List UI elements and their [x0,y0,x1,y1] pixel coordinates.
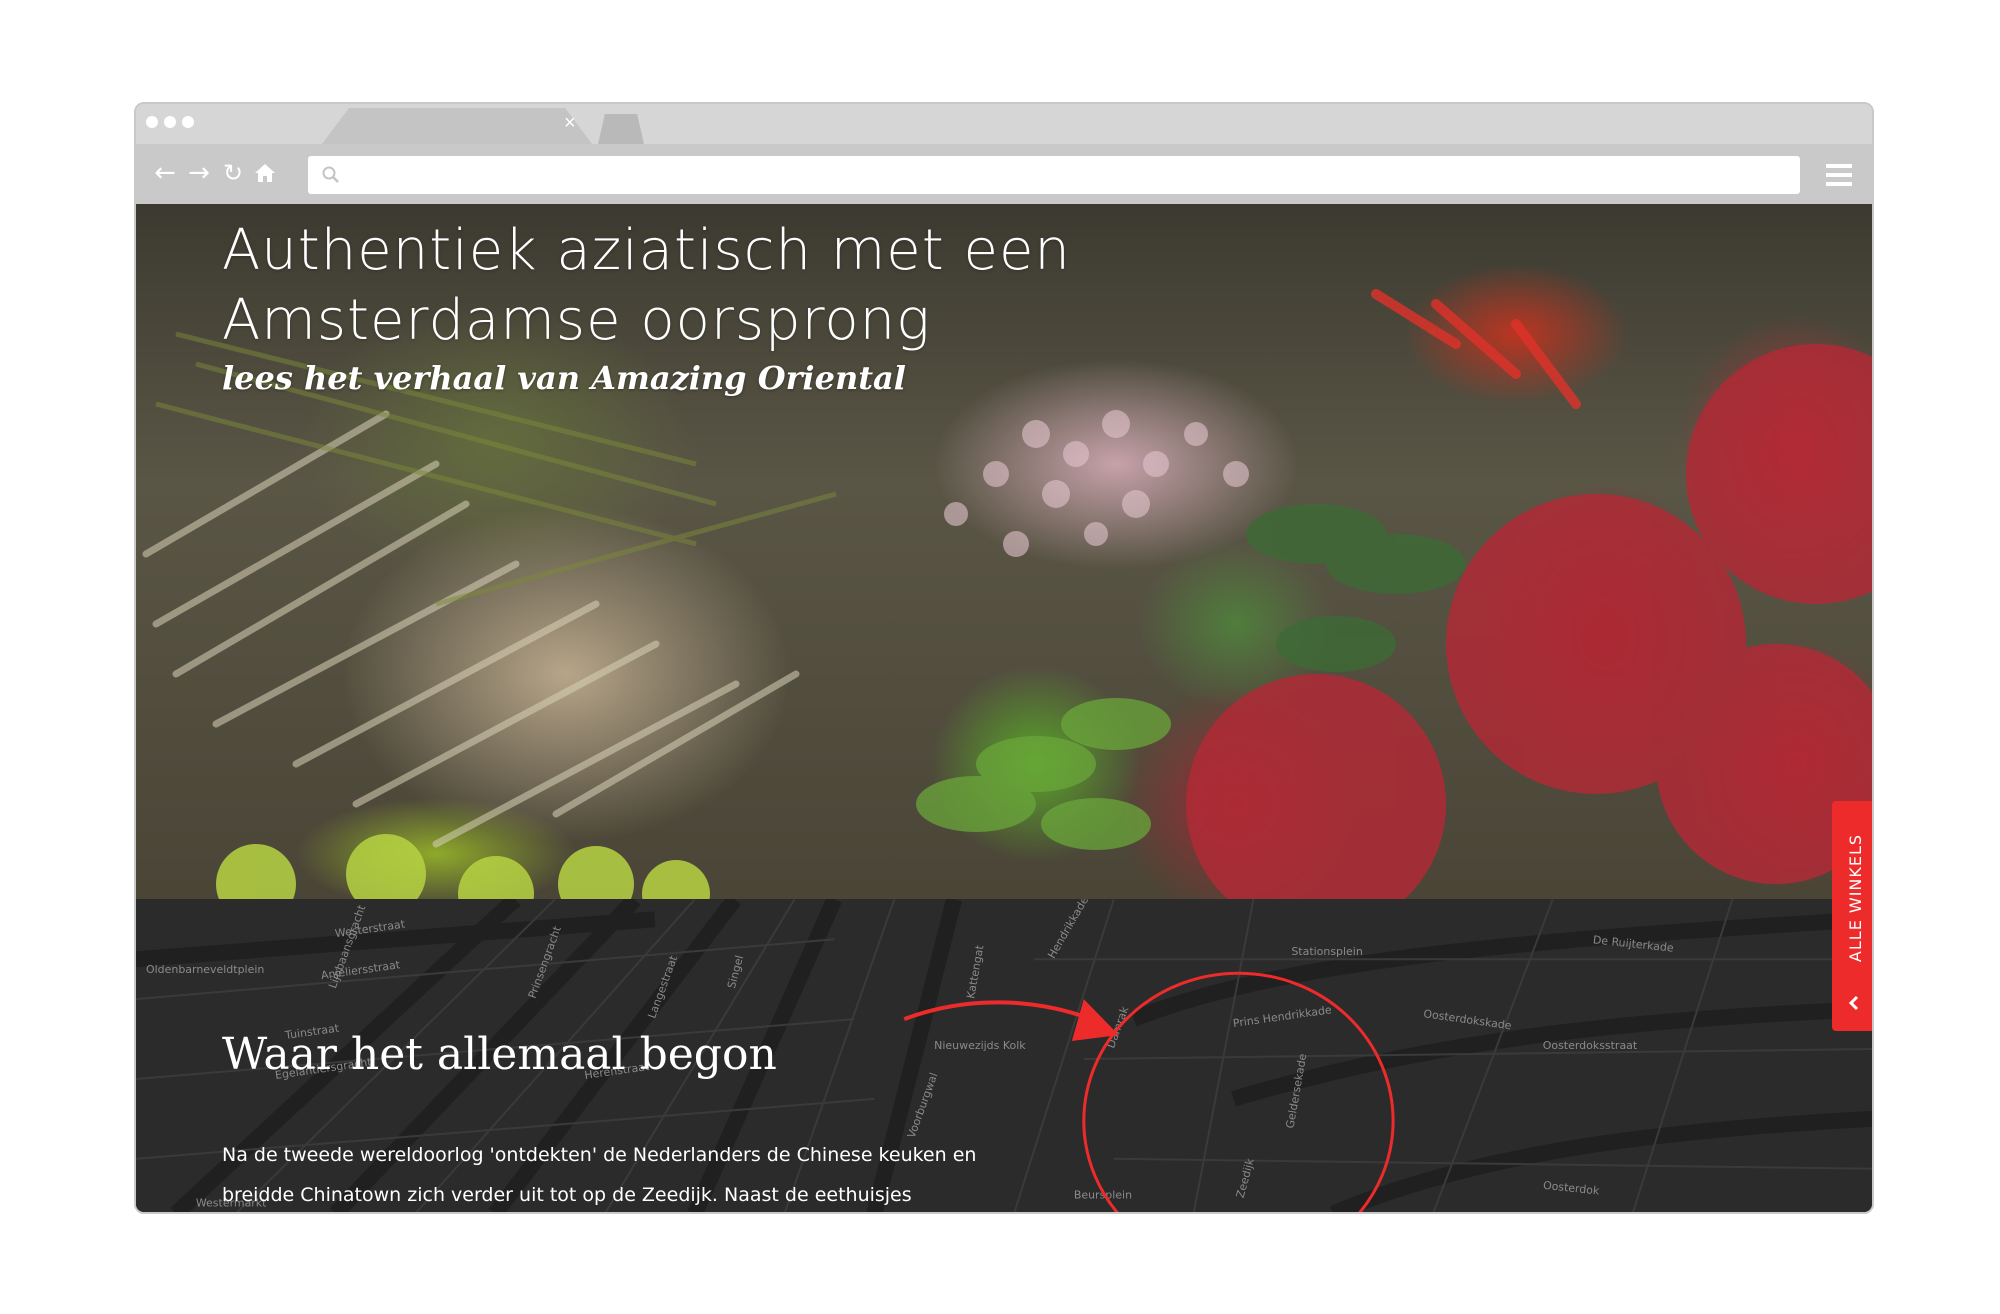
window-close-dot[interactable] [146,116,158,128]
hamburger-menu-icon[interactable] [1826,164,1852,186]
new-tab-button[interactable] [598,114,644,144]
reload-icon[interactable]: ↻ [218,158,248,188]
map-label: Stationsplein [1291,945,1363,958]
map-label: Kattengat [964,944,986,1000]
map-label: Nieuwezijds Kolk [934,1039,1026,1052]
chevron-left-icon [1848,995,1859,1011]
tab-background [322,108,592,144]
map-label: Oosterdoksstraat [1543,1039,1638,1052]
browser-tab[interactable] [322,104,592,144]
story-section: Westerstraat Oldenbarneveldtplein Anjeli… [136,899,1872,1212]
hero-subtitle-link[interactable]: lees het verhaal van Amazing Oriental [222,358,906,398]
map-label: Oldenbarneveldtplein [146,963,264,976]
map-label: Prins Hendrikkade [1232,1003,1333,1030]
map-label: Hendrikkade [1045,899,1091,961]
pointer-arrow-head [1071,999,1119,1042]
page-viewport: Authentiek aziatisch met een Amsterdamse… [136,204,1872,1212]
hero-title: Authentiek aziatisch met een Amsterdamse… [222,218,1071,353]
window-minimize-dot[interactable] [164,116,176,128]
close-tab-icon[interactable]: × [564,111,576,135]
forward-arrow-icon[interactable]: → [184,158,214,188]
tab-bar: × [136,104,1872,144]
window-maximize-dot[interactable] [182,116,194,128]
search-icon [322,166,339,183]
all-stores-label: ALLE WINKELS [1846,833,1865,963]
map-label: Oosterdok [1542,1179,1600,1198]
story-text: Na de tweede wereldoorlog 'ontdekten' de… [222,1144,977,1206]
back-arrow-icon[interactable]: ← [150,158,180,188]
browser-window: × ← → ↻ Authentiek aziatisch met een Ams… [134,102,1874,1214]
browser-toolbar: ← → ↻ [136,144,1872,204]
hero-banner: Authentiek aziatisch met een Amsterdamse… [136,204,1872,899]
map-label: Zeedijk [1234,1156,1257,1199]
map-label: Oosterdokskade [1423,1007,1513,1032]
all-stores-tab[interactable]: ALLE WINKELS [1832,801,1872,1031]
home-icon[interactable] [250,158,280,188]
story-title: Waar het allemaal begon [222,1029,777,1080]
address-bar[interactable] [308,156,1800,194]
